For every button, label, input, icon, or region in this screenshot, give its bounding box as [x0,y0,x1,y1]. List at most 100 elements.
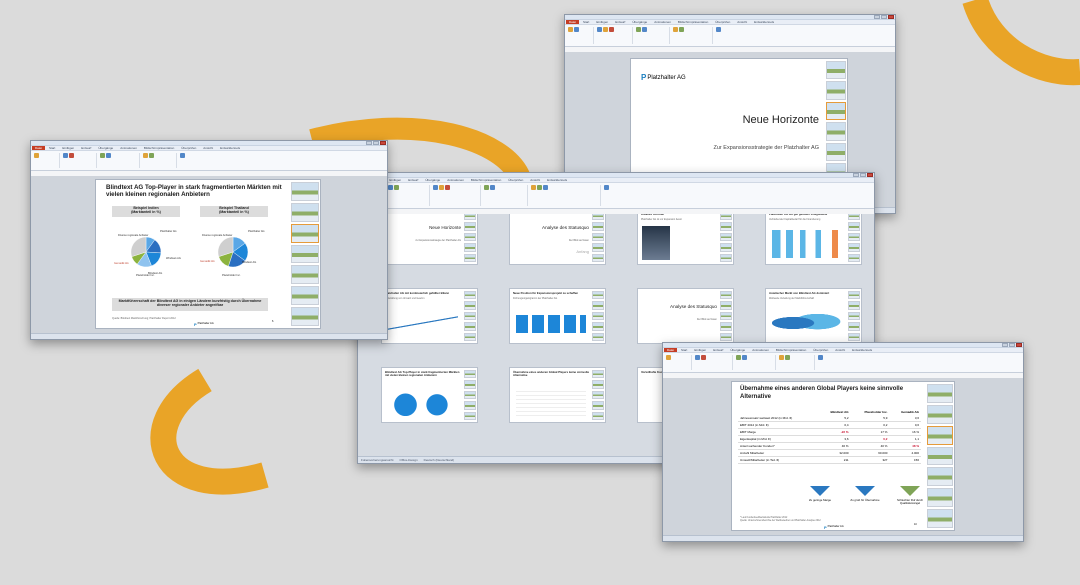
tab-einfügen[interactable]: Einfügen [691,348,709,352]
paste-icon[interactable] [34,153,39,158]
arrange-icon[interactable] [785,355,790,360]
tab-ansicht[interactable]: Ansicht [200,146,216,150]
paragraph-icon[interactable] [736,355,741,360]
find-icon[interactable] [604,185,609,190]
tab-einfügen[interactable]: Einfügen [59,146,77,150]
tab-übergänge[interactable]: Übergänge [95,146,116,150]
shapes-icon[interactable] [779,355,784,360]
close-button[interactable] [867,173,873,177]
underline-icon[interactable] [445,185,450,190]
tab-entwurf[interactable]: Entwurf [78,146,94,150]
align-icon[interactable] [490,185,495,190]
tab-entwurf[interactable]: Entwurf [405,178,421,182]
tab-animationen[interactable]: Animationen [444,178,467,182]
shapes-icon[interactable] [143,153,148,158]
paragraph-icon[interactable] [100,153,105,158]
bold-icon[interactable] [69,153,74,158]
align-icon[interactable] [742,355,747,360]
tab-start[interactable]: Start [580,20,592,24]
arrange-icon[interactable] [537,185,542,190]
slide-thumbnail-6[interactable]: Neue Position für Expansionsprojekt zu s… [509,288,606,344]
tab-entwurf[interactable]: Entwurf [612,20,628,24]
tab-start[interactable]: Start [678,348,690,352]
tab-entwicklertools[interactable]: Entwicklertools [217,146,243,150]
slide-thumbnail-5[interactable]: Platzhalter AG mit kontinuierlich gefüll… [381,288,478,344]
slide-thumbnail-10[interactable]: Übernahme eines anderen Global Players k… [509,367,606,423]
minimize-button[interactable] [874,15,880,19]
slide-thumbnail-2[interactable]: Analyse des Statusquo Der Blick auf Asien… [509,214,606,265]
arrange-icon[interactable] [149,153,154,158]
maximize-button[interactable] [1009,343,1015,347]
tab-entwicklertools[interactable]: Entwicklertools [751,20,777,24]
font-icon[interactable] [63,153,68,158]
align-icon[interactable] [106,153,111,158]
shapes-icon[interactable] [673,27,678,32]
arrange-icon[interactable] [679,27,684,32]
slide-thumbnail-9[interactable]: Blindtext AG Top-Player in stark fragmen… [381,367,478,423]
font-icon[interactable] [433,185,438,190]
tab-datei[interactable]: Datei [566,20,580,24]
tab-datei[interactable]: Datei [32,146,46,150]
maximize-button[interactable] [881,15,887,19]
tab-entwicklertools[interactable]: Entwicklertools [849,348,875,352]
tab-überprüfen[interactable]: Überprüfen [810,348,831,352]
shapes-icon[interactable] [531,185,536,190]
close-button[interactable] [888,15,894,19]
find-icon[interactable] [716,27,721,32]
tab-bildschirmpräsentation[interactable]: Bildschirmpräsentation [468,178,504,182]
tab-animationen[interactable]: Animationen [651,20,674,24]
tab-entwicklertools[interactable]: Entwicklertools [544,178,570,182]
bold-icon[interactable] [701,355,706,360]
tab-einfügen[interactable]: Einfügen [386,178,404,182]
italic-icon[interactable] [609,27,614,32]
slide-thumbnail-4[interactable]: Platzhalter AG mit gut gefüllter Kriegsk… [765,214,862,265]
bold-icon[interactable] [439,185,444,190]
slide-thumbnail-3[interactable]: Kreative Vorreiter Platzhalter AG ist vor… [637,214,734,265]
maximize-button[interactable] [373,141,379,145]
tab-entwurf[interactable]: Entwurf [710,348,726,352]
paragraph-icon[interactable] [484,185,489,190]
font-icon[interactable] [597,27,602,32]
status-language[interactable]: Deutsch (Deutschland) [424,458,455,462]
find-icon[interactable] [180,153,185,158]
tab-bildschirmpräsentation[interactable]: Bildschirmpräsentation [675,20,711,24]
tab-übergänge[interactable]: Übergänge [629,20,650,24]
minimize-button[interactable] [1002,343,1008,347]
layout-icon[interactable] [394,185,399,190]
tab-überprüfen[interactable]: Überprüfen [178,146,199,150]
tab-animationen[interactable]: Animationen [749,348,772,352]
close-button[interactable] [1016,343,1022,347]
tab-ansicht[interactable]: Ansicht [734,20,750,24]
tab-übergänge[interactable]: Übergänge [727,348,748,352]
align-icon[interactable] [642,27,647,32]
logo-text: Platzhalter AG [197,322,214,326]
bold-icon[interactable] [603,27,608,32]
tab-bildschirmpräsentation[interactable]: Bildschirmpräsentation [773,348,809,352]
tab-überprüfen[interactable]: Überprüfen [712,20,733,24]
tab-animationen[interactable]: Animationen [117,146,140,150]
new-slide-icon[interactable] [574,27,579,32]
tab-übergänge[interactable]: Übergänge [422,178,443,182]
tab-start[interactable]: Start [46,146,58,150]
tab-einfügen[interactable]: Einfügen [593,20,611,24]
strip-thumbnail [592,370,604,379]
font-icon[interactable] [695,355,700,360]
new-slide-icon[interactable] [388,185,393,190]
slide-thumbnail-8[interactable]: Asiatischer Markt von Blindtext AG domin… [765,288,862,344]
minimize-button[interactable] [366,141,372,145]
tab-ansicht[interactable]: Ansicht [527,178,543,182]
tab-datei[interactable]: Datei [664,348,678,352]
slide-thumbnail-7[interactable]: Analyse des Statusquo Der Blick auf Asien… [637,288,734,344]
paste-icon[interactable] [568,27,573,32]
minimize-button[interactable] [853,173,859,177]
slide-thumbnail-1[interactable]: Neue Horizonte zur Expansionsstrategie de… [381,214,478,265]
quickstyles-icon[interactable] [543,185,548,190]
find-icon[interactable] [818,355,823,360]
paste-icon[interactable] [666,355,671,360]
maximize-button[interactable] [860,173,866,177]
tab-ansicht[interactable]: Ansicht [832,348,848,352]
tab-überprüfen[interactable]: Überprüfen [505,178,526,182]
tab-bildschirmpräsentation[interactable]: Bildschirmpräsentation [141,146,177,150]
close-button[interactable] [380,141,386,145]
paragraph-icon[interactable] [636,27,641,32]
